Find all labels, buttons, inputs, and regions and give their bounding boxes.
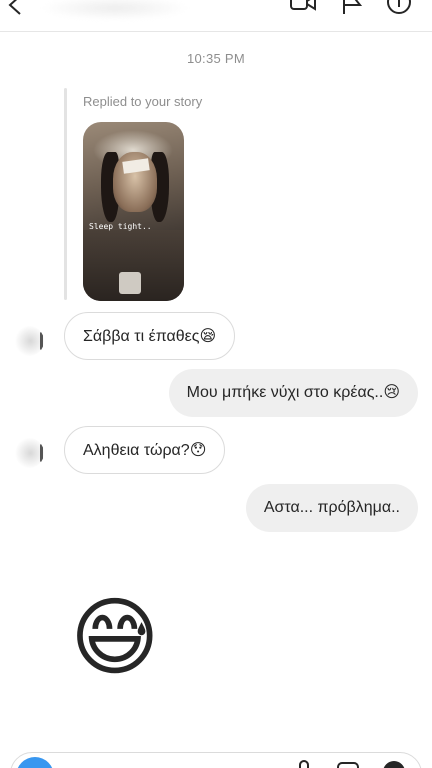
story-reply-label: Replied to your story <box>83 94 203 109</box>
story-device <box>119 272 141 294</box>
message-composer[interactable] <box>10 752 422 768</box>
video-camera-icon[interactable] <box>290 0 316 16</box>
avatar[interactable] <box>14 326 44 356</box>
story-thumbnail[interactable]: Sleep tight.. <box>83 122 184 301</box>
incoming-message[interactable]: Αληθεια τώρα?😯 <box>64 426 226 474</box>
flag-icon[interactable] <box>340 0 366 16</box>
emoji-message[interactable]: 😅 <box>70 588 160 688</box>
gallery-icon[interactable] <box>336 760 360 768</box>
incoming-message[interactable]: Σάββα τι έπαθες😪 <box>64 312 236 360</box>
info-icon[interactable] <box>386 0 412 16</box>
story-caption: Sleep tight.. <box>89 222 152 231</box>
message-timestamp: 10:35 PM <box>186 51 246 66</box>
username-redacted <box>40 0 190 20</box>
microphone-icon[interactable] <box>292 760 316 768</box>
outgoing-message[interactable]: Μου μπήκε νύχι στο κρέας..😢 <box>168 369 418 417</box>
reply-indicator-bar <box>64 88 67 300</box>
outgoing-message[interactable]: Αστα... πρόβλημα.. <box>245 484 418 532</box>
back-arrow-icon[interactable] <box>6 0 28 16</box>
avatar[interactable] <box>14 438 44 468</box>
chat-header <box>0 0 432 32</box>
sticker-icon[interactable] <box>382 760 406 768</box>
